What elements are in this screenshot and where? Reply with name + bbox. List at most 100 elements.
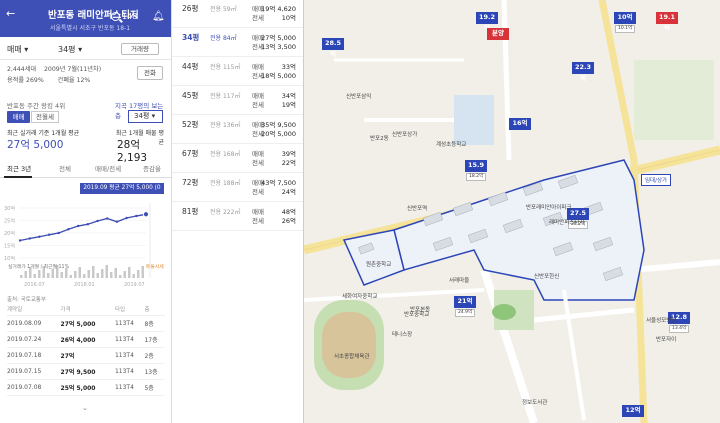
cell-floor: 2층 bbox=[144, 347, 165, 364]
list-item[interactable]: 45평 전용 117㎡ 매매 전세 34억 19억 bbox=[172, 88, 303, 115]
volume-bar bbox=[78, 267, 81, 278]
cell-price: 27억 5,000 bbox=[60, 315, 115, 332]
data-point bbox=[76, 224, 80, 228]
bell-icon[interactable]: 🔔︎ bbox=[152, 11, 165, 22]
back-arrow-icon[interactable]: ← bbox=[6, 7, 15, 20]
tab-sale-lease[interactable]: 매매/전세 bbox=[95, 163, 121, 173]
list-item[interactable]: 52평 전용 136㎡ 매매 전세 35억 9,500 20억 5,000 bbox=[172, 117, 303, 144]
map-view[interactable]: 19.2억분양 10억10.1억 19.1억 28.5억 22.3억 16억 15.9억18… bbox=[304, 0, 720, 423]
list-item[interactable]: 34평 전용 84㎡ 매매 전세 27억 5,000 13억 3,500 bbox=[172, 30, 303, 57]
volume-bar bbox=[123, 271, 126, 278]
list-item[interactable]: 44평 전용 115㎡ 매매 전세 33억 18억 5,000 bbox=[172, 59, 303, 86]
search-icon[interactable] bbox=[111, 12, 120, 21]
map-label: 신반포상가 bbox=[392, 132, 418, 138]
map-label: 서초종합체육관 bbox=[334, 354, 370, 360]
data-point bbox=[115, 220, 119, 223]
lease-price: 22억 bbox=[281, 159, 296, 167]
volume-bar bbox=[110, 272, 113, 278]
volume-bar bbox=[141, 266, 144, 278]
avg-transaction-value: 27억 5,000 bbox=[7, 139, 64, 151]
map-label: 원촌중학교 bbox=[366, 262, 392, 268]
map-label: 반포래미안아이파크 bbox=[526, 205, 572, 211]
highlight-point[interactable] bbox=[142, 211, 150, 218]
map-label: 서래마을 bbox=[449, 278, 470, 284]
listing-price-label: 매물시세 bbox=[146, 263, 164, 270]
chart-pyeong-select[interactable]: 34평 ▾ bbox=[128, 110, 163, 123]
tab-all[interactable]: 전체 bbox=[59, 163, 71, 173]
price-pin[interactable]: 22.3억 bbox=[572, 62, 594, 82]
lease-toggle[interactable]: 전월세 bbox=[31, 111, 59, 123]
volume-bar bbox=[114, 268, 117, 278]
compare-button[interactable]: 거래량 bbox=[121, 43, 159, 55]
data-point bbox=[57, 231, 60, 235]
cell-date: 2019.08.09 bbox=[7, 315, 61, 332]
cell-price: 27억 9,500 bbox=[60, 363, 115, 380]
detail-panel: ← 반포동 래미안퍼스티지 서울특별시 서초구 반포동 18-1 148 🔔︎ … bbox=[0, 0, 172, 423]
price-pin[interactable]: 19.2억 bbox=[476, 12, 498, 32]
price-pin[interactable]: 16억 bbox=[509, 118, 531, 130]
list-item[interactable]: 67평 전용 168㎡ 매매 전세 39억 22억 bbox=[172, 146, 303, 173]
volume-bar bbox=[74, 271, 77, 278]
x-tick-label: 2016.07 bbox=[24, 282, 45, 288]
price-pin[interactable]: 19.1억 bbox=[656, 12, 678, 32]
table-row[interactable]: 2019.07.15 27억 9,500 113T4 13층 bbox=[7, 363, 165, 380]
list-item[interactable]: 81평 전용 222㎡ 매매 전세 48억 26억 bbox=[172, 204, 303, 231]
transaction-table: 계약일 가격 타입 층 2019.08.09 27억 5,000 113T4 8층 2019.… bbox=[7, 304, 165, 396]
map-label: 테니스장 bbox=[392, 332, 413, 338]
area-label: 전용 136㎡ bbox=[210, 122, 241, 129]
pyeong-label: 72평 bbox=[182, 178, 199, 187]
table-row[interactable]: 2019.07.24 26억 4,000 113T4 17층 bbox=[7, 331, 165, 348]
volume-bar bbox=[33, 274, 36, 278]
price-pin[interactable]: 21억 bbox=[454, 296, 476, 308]
listing-price-tag: 13.4억 bbox=[669, 325, 690, 333]
data-point bbox=[135, 214, 138, 218]
volume-bar bbox=[20, 275, 23, 278]
table-row[interactable]: 2019.07.18 27억 113T4 2층 bbox=[7, 347, 165, 364]
list-item[interactable]: 26평 전용 59㎡ 매매 전세 19억 4,620 10억 bbox=[172, 1, 303, 28]
pyeong-list-panel: 26평 전용 59㎡ 매매 전세 19억 4,620 10억 34평 전용 84㎡ 매매 전세 27… bbox=[172, 0, 304, 423]
price-pin[interactable]: 10억 bbox=[614, 12, 636, 24]
volume-bar bbox=[38, 270, 41, 278]
column-header: 가격 bbox=[60, 304, 115, 316]
cell-type: 113T4 bbox=[114, 315, 145, 332]
volume-bar bbox=[128, 267, 131, 278]
list-item[interactable]: 72평 전용 188㎡ 매매 전세 43억 7,500 24억 bbox=[172, 175, 303, 202]
map-label: 신반포삼익 bbox=[346, 94, 372, 100]
chart-svg: 30억 25억 20억 15억 10억 2016.07 2018.01 2019.07 실거래가… bbox=[4, 203, 164, 288]
listing-price-tag: 18.2억 bbox=[466, 173, 487, 181]
volume-bar bbox=[24, 271, 27, 278]
complex-tag[interactable]: 임대/상가 bbox=[641, 174, 672, 186]
table-row[interactable]: 2019.08.09 27억 5,000 113T4 8층 bbox=[7, 315, 165, 332]
area-label: 전용 222㎡ bbox=[210, 209, 241, 216]
cell-price: 26억 4,000 bbox=[60, 331, 115, 348]
x-tick-label: 2018.01 bbox=[74, 282, 95, 288]
trade-type-select[interactable]: 매매 ▾ bbox=[7, 44, 28, 55]
data-point bbox=[96, 219, 99, 223]
sale-toggle[interactable]: 매매 bbox=[7, 111, 30, 123]
avg-transaction-label: 최근 실거래 기준 1개월 평균 bbox=[7, 130, 80, 137]
tab-change-rate[interactable]: 증감율 bbox=[143, 163, 161, 173]
price-pin[interactable]: 12억 bbox=[622, 405, 644, 417]
table-row[interactable]: 2019.07.08 25억 5,000 113T4 5층 bbox=[7, 379, 165, 396]
volume-bar bbox=[132, 274, 135, 278]
price-pin[interactable]: 28.5억 bbox=[322, 38, 344, 58]
price-pin[interactable]: 15.9억 bbox=[465, 160, 487, 180]
pyeong-label: 45평 bbox=[182, 91, 199, 100]
x-tick-label: 2019.07 bbox=[124, 282, 145, 288]
volume-bar bbox=[101, 269, 104, 278]
pyeong-select[interactable]: 34평 ▾ bbox=[58, 44, 82, 55]
filter-bar: 매매 ▾ 34평 ▾ 거래량 bbox=[0, 37, 171, 60]
tel-button[interactable]: 전화 bbox=[137, 66, 163, 80]
households: 2,444세대 bbox=[7, 66, 37, 73]
lease-price: 19억 bbox=[281, 101, 296, 109]
map-label: 정보도서관 bbox=[522, 400, 548, 406]
map-label: 서울성모병원 bbox=[646, 318, 677, 324]
cell-floor: 17층 bbox=[144, 331, 165, 348]
chevron-down-icon[interactable]: ⌄ bbox=[82, 404, 88, 412]
column-header: 층 bbox=[144, 304, 165, 316]
price-pin[interactable]: 분양 bbox=[487, 28, 509, 40]
cell-price: 27억 bbox=[60, 347, 115, 364]
tab-recent-3y[interactable]: 최근 3년 bbox=[7, 163, 31, 173]
listing-price-tag: 10.1억 bbox=[615, 25, 636, 33]
volume-bar bbox=[69, 275, 72, 278]
